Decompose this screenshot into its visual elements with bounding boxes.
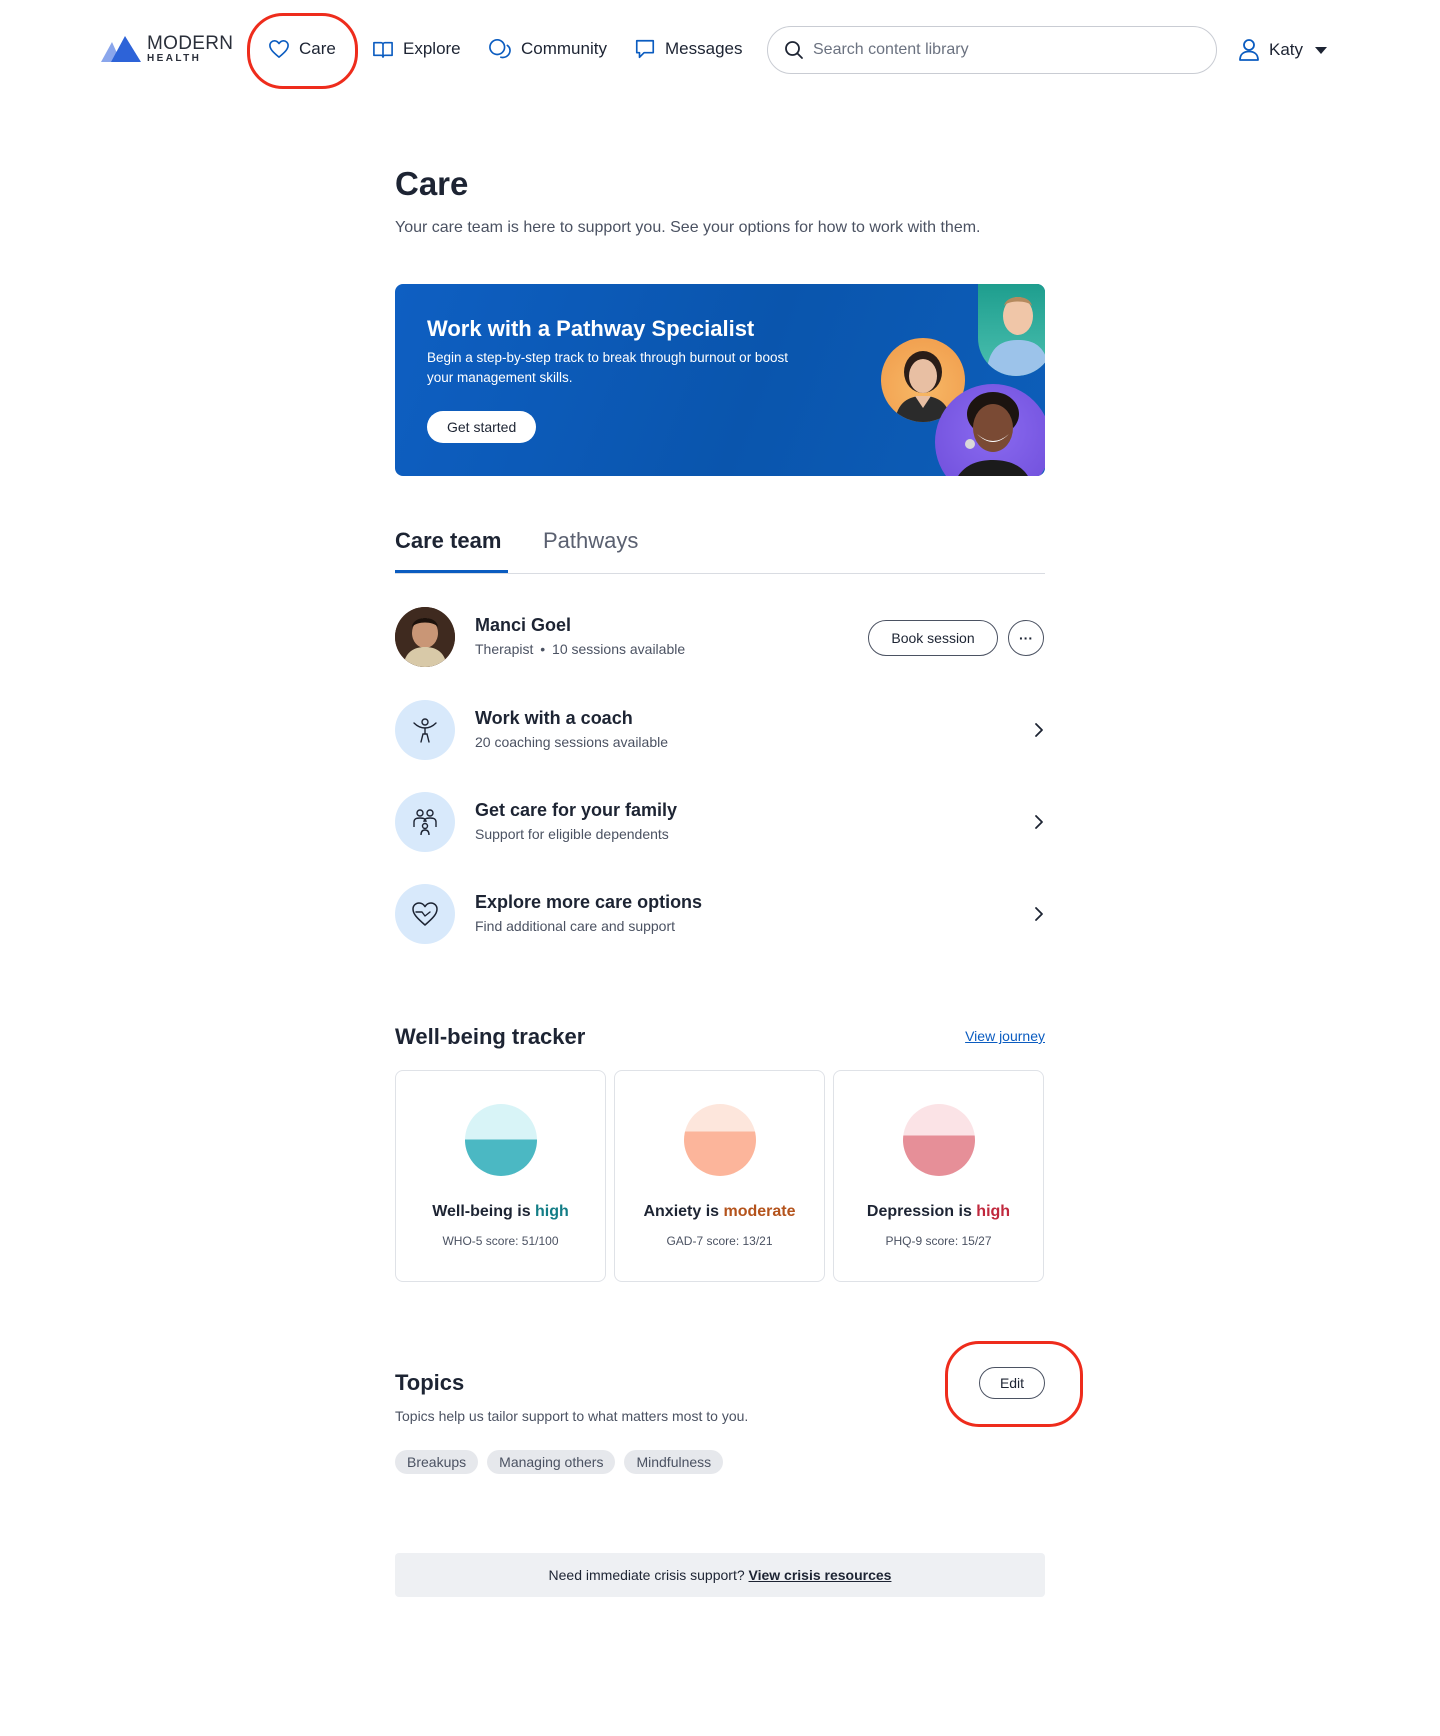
card-score: PHQ-9 score: 15/27 [885, 1234, 992, 1248]
nav-messages-label: Messages [665, 39, 743, 58]
search-box[interactable] [767, 26, 1217, 74]
card-label: Anxiety is [643, 1203, 724, 1220]
family-icon [395, 792, 455, 852]
book-session-button[interactable]: Book session [868, 620, 998, 656]
chevron-down-icon [1315, 46, 1328, 54]
more-options-button[interactable]: ··· [1008, 620, 1044, 656]
care-row-subtitle: 20 coaching sessions available [475, 734, 669, 750]
wellbeing-card[interactable]: Well-being is high WHO-5 score: 51/100 [395, 1070, 606, 1282]
chevron-right-icon [1035, 723, 1043, 737]
page-title: Care [395, 165, 469, 202]
nav-explore[interactable]: Explore [372, 36, 461, 62]
community-chat-icon [489, 39, 511, 59]
modern-health-logo[interactable]: MODERN HEALTH [101, 34, 233, 64]
top-navigation: MODERN HEALTH Care Explore Community Mes… [0, 0, 1440, 100]
nav-community[interactable]: Community [488, 36, 607, 62]
coach-icon [395, 700, 455, 760]
score-gauge [684, 1104, 756, 1176]
tab-pathways[interactable]: Pathways [543, 528, 638, 554]
logo-wordmark: MODERN HEALTH [147, 34, 233, 64]
nav-messages[interactable]: Messages [634, 36, 742, 62]
care-row-title: Work with a coach [475, 708, 633, 728]
anxiety-card[interactable]: Anxiety is moderate GAD-7 score: 13/21 [614, 1070, 825, 1282]
tab-care-team[interactable]: Care team [395, 528, 501, 554]
user-icon [1239, 39, 1259, 61]
user-menu[interactable]: Katy [1238, 38, 1328, 62]
topic-chip[interactable]: Managing others [487, 1450, 616, 1474]
care-row-explore[interactable]: Explore more care options Find additiona… [395, 884, 1045, 946]
view-journey-link[interactable]: View journey [965, 1028, 1045, 1044]
therapist-role: Therapist [475, 641, 534, 657]
therapist-name: Manci Goel [475, 615, 572, 635]
mountain-logo-icon [101, 36, 141, 62]
card-score: GAD-7 score: 13/21 [666, 1234, 773, 1248]
get-started-button[interactable]: Get started [427, 411, 537, 443]
care-tabs: Care team Pathways [395, 524, 1045, 574]
topic-chips: Breakups Managing others Mindfulness [395, 1450, 732, 1474]
page-subtitle: Your care team is here to support you. S… [395, 219, 981, 236]
therapist-details: Therapist • 10 sessions available [475, 641, 685, 657]
bullet-separator: • [540, 641, 546, 657]
card-label: Well-being is [432, 1203, 536, 1220]
wellbeing-title: Well-being tracker [395, 1024, 586, 1049]
pathway-specialist-banner: Work with a Pathway Specialist Begin a s… [395, 284, 1045, 476]
therapist-avatar [395, 607, 455, 667]
specialist-avatar-2 [978, 284, 1045, 376]
nav-community-label: Community [521, 39, 607, 58]
topics-title: Topics [395, 1370, 465, 1395]
care-row-subtitle: Support for eligible dependents [475, 826, 669, 842]
person-portrait-icon [986, 297, 1045, 376]
card-title: Depression is high [834, 1203, 1043, 1221]
score-gauge [903, 1104, 975, 1176]
search-icon [785, 41, 803, 59]
crisis-banner: Need immediate crisis support? View cris… [395, 1553, 1045, 1597]
therapist-row: Manci Goel Therapist • 10 sessions avail… [395, 607, 1045, 669]
care-row-coach[interactable]: Work with a coach 20 coaching sessions a… [395, 700, 1045, 762]
user-name: Katy [1269, 40, 1304, 59]
search-input[interactable] [813, 41, 1193, 59]
topic-chip[interactable]: Breakups [395, 1450, 479, 1474]
depression-card[interactable]: Depression is high PHQ-9 score: 15/27 [833, 1070, 1044, 1282]
logo-line-2: HEALTH [147, 53, 202, 64]
nav-care[interactable]: Care [268, 36, 336, 62]
nav-care-label: Care [299, 39, 336, 58]
card-title: Anxiety is moderate [615, 1203, 824, 1221]
book-icon [373, 41, 393, 58]
therapist-sessions: 10 sessions available [552, 641, 686, 657]
care-row-title: Explore more care options [475, 892, 703, 912]
care-row-family[interactable]: Get care for your family Support for eli… [395, 792, 1045, 854]
edit-topics-button[interactable]: Edit [979, 1367, 1045, 1399]
chevron-right-icon [1035, 907, 1043, 921]
card-level: high [535, 1203, 569, 1220]
crisis-resources-link[interactable]: View crisis resources [749, 1567, 892, 1583]
care-row-title: Get care for your family [475, 800, 678, 820]
logo-line-1: MODERN [147, 33, 234, 54]
card-level: high [976, 1203, 1011, 1220]
topic-chip[interactable]: Mindfulness [624, 1450, 724, 1474]
topics-subtitle: Topics help us tailor support to what ma… [395, 1408, 749, 1424]
crisis-text: Need immediate crisis support? [548, 1567, 749, 1583]
message-icon [635, 39, 655, 59]
card-title: Well-being is high [396, 1203, 605, 1221]
chevron-right-icon [1035, 815, 1043, 829]
heart-icon [269, 40, 289, 58]
banner-title: Work with a Pathway Specialist [427, 316, 755, 341]
card-score: WHO-5 score: 51/100 [442, 1234, 559, 1248]
active-tab-indicator [395, 570, 508, 573]
person-portrait-icon [395, 607, 455, 667]
nav-explore-label: Explore [403, 39, 461, 58]
care-row-subtitle: Find additional care and support [475, 918, 676, 934]
heart-icon [395, 884, 455, 944]
card-level: moderate [723, 1203, 796, 1220]
banner-description: Begin a step-by-step track to break thro… [427, 350, 788, 385]
score-gauge [465, 1104, 537, 1176]
card-label: Depression is [866, 1203, 977, 1220]
